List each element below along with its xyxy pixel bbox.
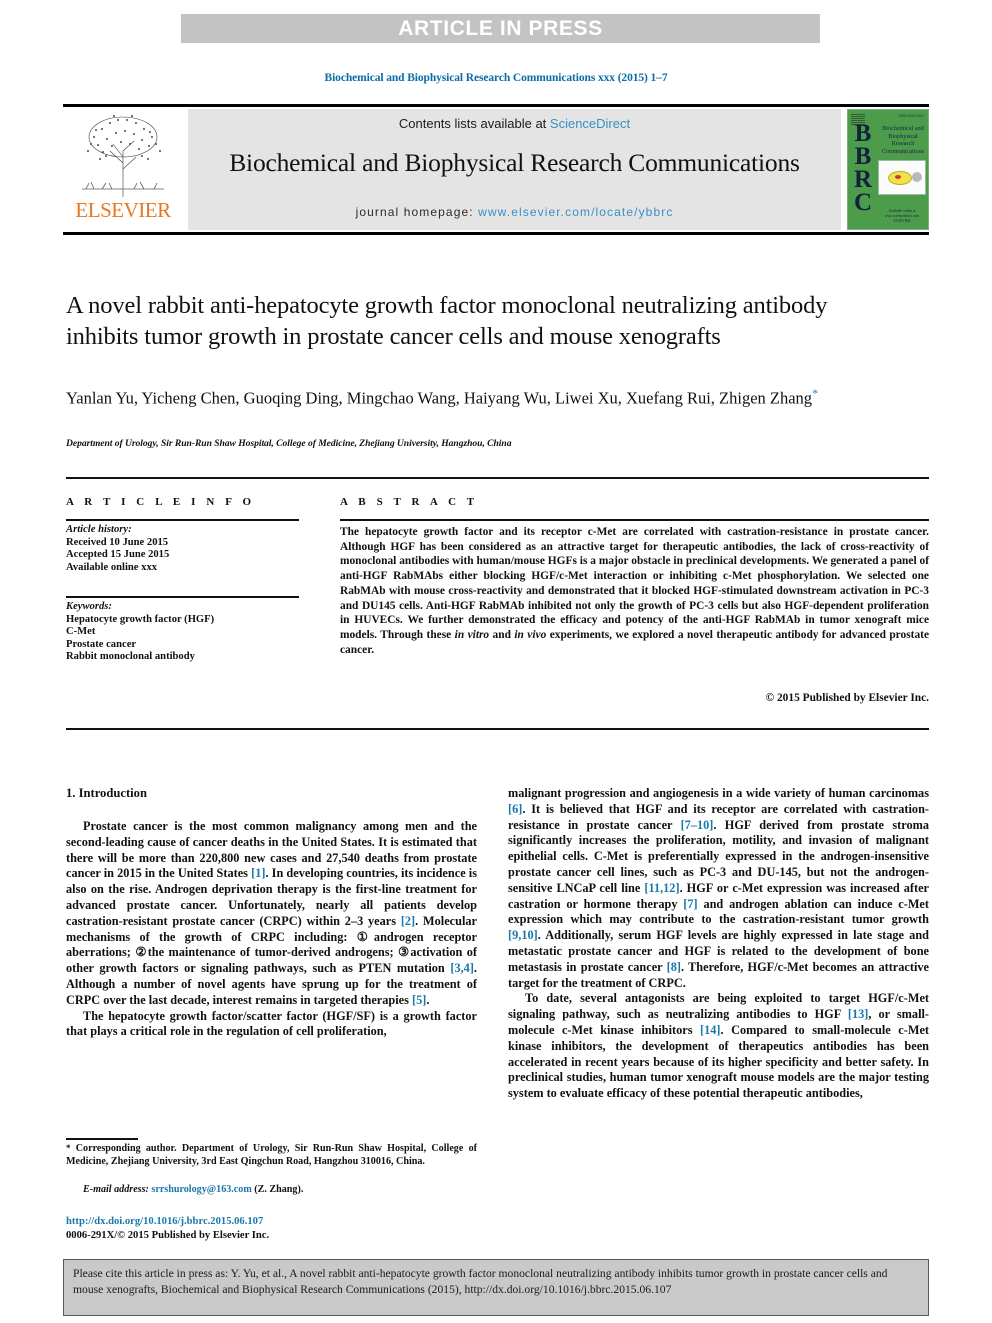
reference-citation-link[interactable]: [3,4] xyxy=(450,961,474,975)
contents-lists-line: Contents lists available at ScienceDirec… xyxy=(188,116,841,131)
email-address-link[interactable]: srrshurology@163.com xyxy=(151,1184,251,1195)
affiliation: Department of Urology, Sir Run-Run Shaw … xyxy=(66,438,512,449)
article-in-press-label: ARTICLE IN PRESS xyxy=(398,16,603,40)
footnote-text: Corresponding author. Department of Urol… xyxy=(66,1143,477,1167)
keywords-block: Keywords: Hepatocyte growth factor (HGF)… xyxy=(66,601,299,664)
body-paragraph: Prostate cancer is the most common malig… xyxy=(66,819,477,1009)
reference-citation-link[interactable]: [6] xyxy=(508,802,522,816)
paragraph-text: . xyxy=(426,992,430,1007)
abstract-part-1: The hepatocyte growth factor and its rec… xyxy=(340,526,929,641)
cover-footer-label: Available online at www.sciencedirect.co… xyxy=(884,209,920,223)
cover-figure-nucleus xyxy=(895,175,901,179)
cite-this-article-box: Please cite this article in press as: Y.… xyxy=(63,1259,929,1316)
body-column-right: malignant progression and angiogenesis i… xyxy=(508,786,929,1102)
article-info-rule xyxy=(66,519,299,521)
paragraph-text: malignant progression and angiogenesis i… xyxy=(508,786,929,800)
author-list: Yanlan Yu, Yicheng Chen, Guoqing Ding, M… xyxy=(66,381,866,411)
article-history-received: Received 10 June 2015 xyxy=(66,536,169,548)
reference-citation-link[interactable]: [13] xyxy=(848,1007,869,1021)
reference-citation-link[interactable]: [7–10] xyxy=(681,818,714,832)
article-in-press-banner: ARTICLE IN PRESS xyxy=(181,14,820,43)
keyword-item: Rabbit monoclonal antibody xyxy=(66,651,195,663)
reference-citation-link[interactable]: [7] xyxy=(683,897,697,911)
article-page: ARTICLE IN PRESS Biochemical and Biophys… xyxy=(0,0,992,1323)
sciencedirect-link[interactable]: ScienceDirect xyxy=(550,116,630,131)
email-line: E-mail address: srrshurology@163.com (Z.… xyxy=(66,1184,477,1195)
article-history-online: Available online xxx xyxy=(66,561,158,573)
body-paragraph: To date, several antagonists are being e… xyxy=(508,991,929,1102)
journal-homepage-link[interactable]: www.elsevier.com/locate/ybbrc xyxy=(478,205,673,219)
elsevier-wordmark: ELSEVIER xyxy=(75,198,171,222)
body-paragraph: malignant progression and angiogenesis i… xyxy=(508,786,929,991)
keyword-item: C-Met xyxy=(66,626,96,638)
abstract-text: The hepatocyte growth factor and its rec… xyxy=(340,525,929,657)
keyword-item: Prostate cancer xyxy=(66,638,137,650)
reference-citation-link[interactable]: [11,12] xyxy=(644,881,679,895)
paragraph-text: The hepatocyte growth factor/scatter fac… xyxy=(66,1008,477,1039)
author-names: Yanlan Yu, Yicheng Chen, Guoqing Ding, M… xyxy=(66,388,813,408)
body-column-left: 1. Introduction Prostate cancer is the m… xyxy=(66,786,477,1040)
abstract-copyright: © 2015 Published by Elsevier Inc. xyxy=(765,692,929,704)
cover-issn-label: ISSN 0006-291X xyxy=(898,114,924,118)
elsevier-logo: ELSEVIER xyxy=(66,111,180,229)
corresponding-author-marker: * xyxy=(812,386,819,400)
abstract-part-2: and xyxy=(489,628,515,641)
reference-citation-link[interactable]: [14] xyxy=(700,1023,721,1037)
abstract-rule xyxy=(340,519,929,521)
email-address-suffix: (Z. Zhang). xyxy=(251,1184,304,1195)
abstract-heading: A B S T R A C T xyxy=(340,496,479,508)
cover-figure-circle xyxy=(912,172,922,182)
reference-citation-link[interactable]: [1] xyxy=(251,866,265,880)
right-paragraphs: malignant progression and angiogenesis i… xyxy=(508,786,929,1102)
running-head: Biochemical and Biophysical Research Com… xyxy=(324,72,668,84)
reference-citation-link[interactable]: [9,10] xyxy=(508,928,538,942)
cover-journal-title: Biochemical and Biophysical Research Com… xyxy=(881,125,925,155)
contents-lists-prefix: Contents lists available at xyxy=(398,116,550,131)
journal-homepage-line: journal homepage: www.elsevier.com/locat… xyxy=(188,205,841,219)
left-paragraphs: Prostate cancer is the most common malig… xyxy=(66,819,477,1040)
article-history-accepted: Accepted 15 June 2015 xyxy=(66,549,170,561)
page-title: A novel rabbit anti-hepatocyte growth fa… xyxy=(66,292,828,350)
corresponding-author-footnote: * Corresponding author. Department of Ur… xyxy=(66,1142,477,1168)
issn-copyright-line: 0006-291X/© 2015 Published by Elsevier I… xyxy=(66,1230,270,1241)
masthead-top-rule xyxy=(63,104,929,107)
masthead-bottom-rule xyxy=(63,232,929,235)
abstract-italic-in-vivo: in vivo xyxy=(514,628,547,641)
reference-citation-link[interactable]: [2] xyxy=(401,914,415,928)
elsevier-tree-icon xyxy=(82,115,164,197)
section-heading-introduction: 1. Introduction xyxy=(66,786,147,800)
body-paragraph: The hepatocyte growth factor/scatter fac… xyxy=(66,1009,477,1041)
journal-masthead: ELSEVIER Contents lists available at Sci… xyxy=(63,104,929,235)
cover-figure xyxy=(878,160,926,195)
email-address-label: E-mail address: xyxy=(83,1184,149,1195)
article-history: Article history: Received 10 June 2015 A… xyxy=(66,524,299,574)
journal-title: Biochemical and Biophysical Research Com… xyxy=(229,148,800,177)
reference-citation-link[interactable]: [8] xyxy=(667,960,681,974)
cover-bbrc-letters: BBRC xyxy=(853,120,873,216)
article-info-heading: A R T I C L E I N F O xyxy=(66,496,256,508)
abstract-italic-in-vitro: in vitro xyxy=(454,628,490,641)
keyword-item: Hepatocyte growth factor (HGF) xyxy=(66,613,215,625)
journal-cover-thumbnail: ISSN 0006-291X BBRC Biochemical and Biop… xyxy=(847,109,929,230)
reference-citation-link[interactable]: [5] xyxy=(412,993,426,1007)
journal-homepage-label: journal homepage: xyxy=(355,205,479,219)
cite-this-article-text: Please cite this article in press as: Y.… xyxy=(73,1267,888,1296)
keywords-rule xyxy=(66,596,299,598)
info-band-bottom-rule xyxy=(66,728,929,730)
doi-link[interactable]: http://dx.doi.org/10.1016/j.bbrc.2015.06… xyxy=(66,1216,263,1227)
keywords-label: Keywords: xyxy=(66,601,112,612)
article-history-label: Article history: xyxy=(66,524,132,535)
info-band-top-rule xyxy=(66,477,929,479)
footnote-rule xyxy=(66,1138,138,1140)
